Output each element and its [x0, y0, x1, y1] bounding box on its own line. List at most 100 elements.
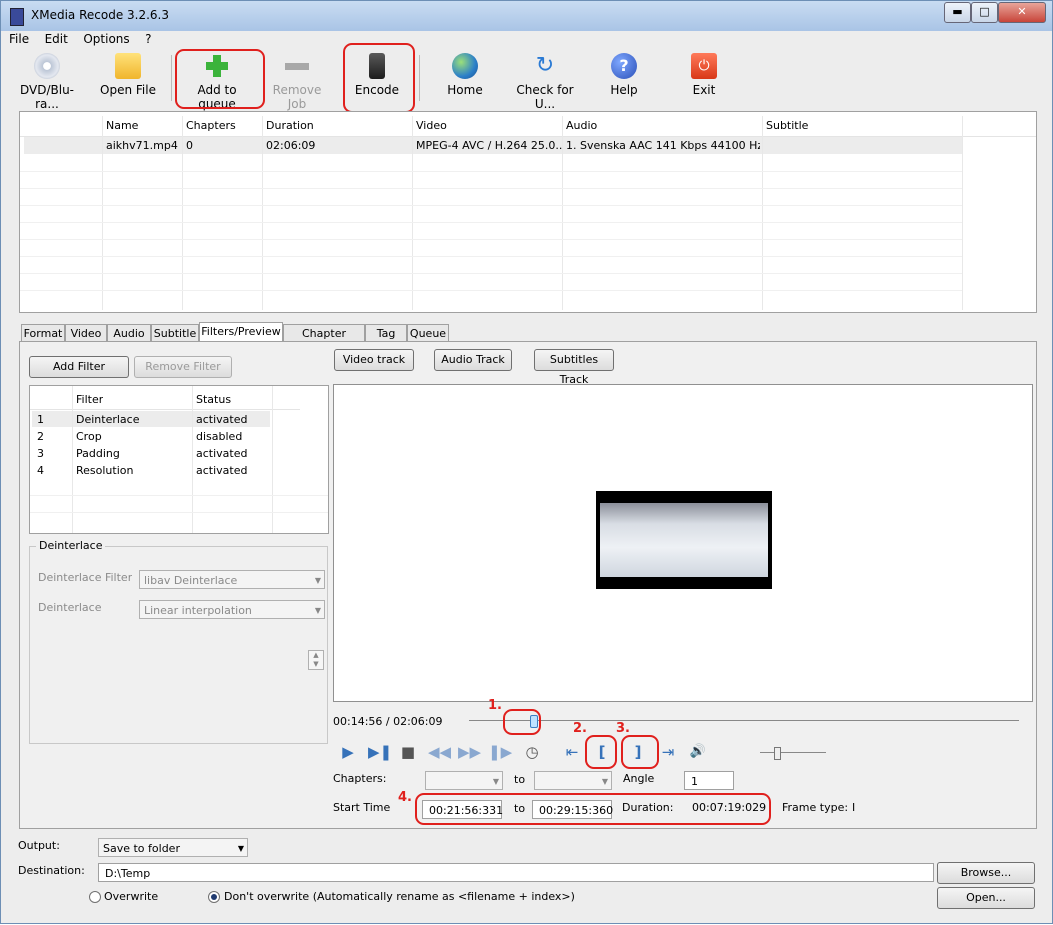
play-icon[interactable]: ▶ — [338, 742, 358, 762]
browse-button[interactable]: Browse... — [937, 862, 1035, 884]
remove-job-button[interactable]: Remove Job — [263, 53, 331, 111]
divider — [762, 116, 763, 310]
filter-index: 3 — [37, 447, 44, 460]
mark-out-highlight — [621, 735, 659, 769]
chevron-down-icon: ▼ — [601, 777, 608, 786]
volume-icon[interactable]: 🔊 — [688, 742, 708, 762]
help-button[interactable]: ? Help — [599, 53, 649, 97]
tab-filters-preview[interactable]: Filters/Preview — [199, 322, 283, 343]
exit-label: Exit — [692, 83, 716, 97]
close-button[interactable]: ✕ — [998, 2, 1046, 23]
menu-options[interactable]: Options — [83, 32, 129, 46]
dvd-label: DVD/Blu-ra... — [19, 83, 75, 111]
angle-label: Angle — [623, 772, 655, 785]
table-row[interactable]: aikhv71.mp4 0 02:06:09 MPEG-4 AVC / H.26… — [24, 137, 962, 154]
open-button[interactable]: Open... — [937, 887, 1035, 909]
filter-index: 2 — [37, 430, 44, 443]
filter-name: Deinterlace — [76, 413, 140, 426]
overwrite-radio[interactable] — [89, 891, 101, 903]
subtitles-track-button[interactable]: Subtitles Track — [534, 349, 614, 386]
column-header[interactable]: Chapters — [186, 119, 236, 132]
remove-filter-button[interactable]: Remove Filter — [134, 356, 232, 378]
menu-edit[interactable]: Edit — [45, 32, 68, 46]
volume-thumb[interactable] — [774, 747, 781, 760]
folder-icon — [115, 53, 141, 79]
time-readout: 00:14:56 / 02:06:09 — [333, 715, 443, 728]
audio-track-button[interactable]: Audio Track — [434, 349, 512, 371]
chapter-to-label: to — [514, 773, 526, 786]
tab-audio[interactable]: Audio — [107, 324, 151, 342]
divider — [262, 116, 263, 310]
column-header[interactable]: Subtitle — [766, 119, 808, 132]
column-header[interactable]: Audio — [566, 119, 597, 132]
column-header[interactable]: Duration — [266, 119, 314, 132]
tab-chapter-editor[interactable]: Chapter Editor — [283, 324, 365, 357]
dvd-disc-icon — [34, 53, 60, 79]
tab-video[interactable]: Video — [65, 324, 107, 342]
divider — [562, 116, 563, 310]
tab-tag[interactable]: Tag — [365, 324, 407, 342]
stop-icon[interactable]: ■ — [398, 742, 418, 762]
job-duration: 02:06:09 — [266, 139, 316, 152]
divider — [272, 386, 273, 533]
add-filter-button[interactable]: Add Filter — [29, 356, 129, 378]
column-header[interactable]: Filter — [76, 393, 103, 406]
column-header[interactable]: Video — [416, 119, 447, 132]
destination-field[interactable]: D:\Temp — [98, 863, 934, 882]
encode-highlight — [343, 43, 415, 113]
deinterlace-filter-select[interactable]: libav Deinterlace ▼ — [139, 570, 325, 589]
go-to-start-icon[interactable]: ⇤ — [562, 742, 582, 762]
go-to-end-icon[interactable]: ⇥ — [658, 742, 678, 762]
step-forward-icon[interactable]: ❚▶ — [488, 742, 512, 762]
rewind-icon[interactable]: ◀◀ — [428, 742, 451, 762]
check-updates-button[interactable]: ↻ Check for U... — [505, 53, 585, 111]
angle-spinner[interactable]: 1 — [684, 771, 734, 790]
menu-file[interactable]: File — [9, 32, 29, 46]
seek-slider[interactable] — [465, 715, 1021, 728]
tab-queue[interactable]: Queue — [407, 324, 449, 342]
filters-preview-panel: Add Filter Remove Filter Filter Status 1… — [19, 341, 1037, 829]
filter-name: Padding — [76, 447, 120, 460]
seek-thumb-highlight — [503, 709, 541, 735]
deinterlace-mode-select[interactable]: Linear interpolation ▼ — [139, 600, 325, 619]
tab-format[interactable]: Format — [21, 324, 65, 342]
menu-help[interactable]: ? — [145, 32, 151, 46]
open-file-label: Open File — [100, 83, 156, 97]
dont-overwrite-radio[interactable] — [208, 891, 220, 903]
volume-slider[interactable] — [760, 752, 826, 753]
scroll-spinner[interactable]: ▲ ▼ — [308, 650, 324, 670]
chevron-down-icon: ▼ — [314, 606, 321, 615]
job-list[interactable]: Name Chapters Duration Video Audio Subti… — [19, 111, 1037, 313]
filter-list[interactable]: Filter Status 1 Deinterlace activated 2 … — [29, 385, 329, 534]
output-select[interactable]: Save to folder ▼ — [98, 838, 248, 857]
deinterlace-filter-label: Deinterlace Filter — [38, 571, 133, 584]
filter-name: Crop — [76, 430, 102, 443]
deinterlace-mode-label: Deinterlace — [38, 601, 102, 614]
trim-time-highlight — [415, 793, 771, 825]
home-button[interactable]: Home — [435, 53, 495, 97]
app-icon — [10, 8, 24, 26]
divider — [20, 273, 962, 274]
filter-name: Resolution — [76, 464, 134, 477]
fast-forward-icon[interactable]: ▶▶ — [458, 742, 481, 762]
output-section: Output: Save to folder ▼ Destination: D:… — [1, 831, 1053, 925]
filter-status: disabled — [196, 430, 243, 443]
clock-icon[interactable]: ◷ — [522, 742, 542, 762]
divider — [30, 512, 328, 513]
video-track-button[interactable]: Video track — [334, 349, 414, 371]
exit-button[interactable]: ⏻ Exit — [679, 53, 729, 97]
next-frame-icon[interactable]: ▶❚ — [368, 742, 392, 762]
minimize-button[interactable]: ▬ — [944, 2, 971, 23]
open-file-button[interactable]: Open File — [97, 53, 159, 97]
column-header[interactable]: Name — [106, 119, 138, 132]
chapter-end-select[interactable]: ▼ — [534, 771, 612, 790]
divider — [72, 386, 73, 533]
minus-icon — [284, 53, 310, 79]
dvd-button[interactable]: DVD/Blu-ra... — [11, 53, 83, 111]
overwrite-label: Overwrite — [104, 890, 159, 903]
tab-subtitle[interactable]: Subtitle — [151, 324, 199, 342]
annotation-number: 4. — [398, 790, 412, 805]
chapter-start-select[interactable]: ▼ — [425, 771, 503, 790]
maximize-button[interactable]: □ — [971, 2, 998, 23]
column-header[interactable]: Status — [196, 393, 231, 406]
